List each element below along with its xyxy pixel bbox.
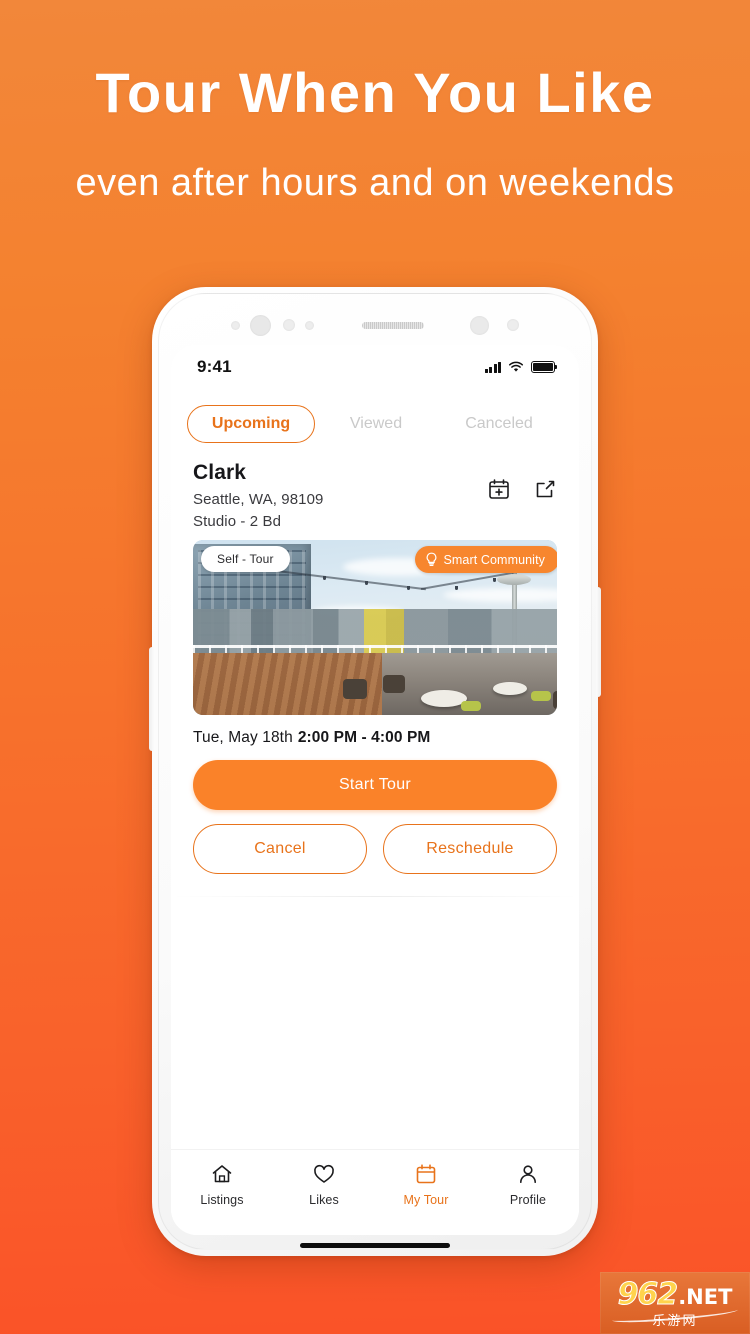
phone-sensor-row xyxy=(152,314,598,336)
string-light-bulb xyxy=(323,576,326,580)
string-light-bulb xyxy=(455,586,458,590)
tab-canceled[interactable]: Canceled xyxy=(439,406,559,442)
tour-status-tabs: Upcoming Viewed Canceled xyxy=(171,389,579,457)
string-light-bulb xyxy=(493,578,496,582)
watermark-number: 962 xyxy=(617,1277,679,1313)
promo-headline: Tour When You Like xyxy=(95,61,655,124)
promo-subheadline: even after hours and on weekends xyxy=(75,162,675,204)
string-light-bulb xyxy=(407,586,410,590)
patio-table-shape xyxy=(493,682,527,695)
badge-smart-community-label: Smart Community xyxy=(443,552,545,567)
patio-chair-shape xyxy=(343,679,367,699)
earpiece-speaker xyxy=(362,321,424,329)
sensor-dot-icon xyxy=(231,320,240,330)
appointment-datetime: Tue, May 18th 2:00 PM - 4:00 PM xyxy=(171,715,579,747)
listing-actions xyxy=(487,461,557,501)
phone-power-button[interactable] xyxy=(596,587,601,697)
promo-screenshot: Tour When You Like even after hours and … xyxy=(0,0,750,1334)
calendar-icon xyxy=(416,1164,436,1184)
listing-header: Clark Seattle, WA, 98109 Studio - 2 Bd xyxy=(171,457,579,530)
share-icon[interactable] xyxy=(533,477,557,501)
phone-volume-button[interactable] xyxy=(149,647,154,751)
appointment-time-range: 2:00 PM - 4:00 PM xyxy=(297,729,431,746)
status-icon-group xyxy=(484,361,558,373)
secondary-action-row: Cancel Reschedule xyxy=(171,810,579,874)
nav-label-profile: Profile xyxy=(509,1193,547,1207)
phone-mockup: 9:41 Upcoming Viewed Canceled Clark Seat… xyxy=(149,287,601,1256)
wifi-icon xyxy=(508,361,524,372)
tab-upcoming[interactable]: Upcoming xyxy=(187,405,315,443)
sensor-dot-icon xyxy=(305,320,314,330)
sensor-dot-icon xyxy=(470,315,489,335)
patio-chair-shape xyxy=(553,691,557,709)
nav-label-listings: Listings xyxy=(200,1193,244,1207)
section-divider xyxy=(171,896,579,897)
space-needle-disc-shape xyxy=(497,574,531,585)
bottom-navigation: Listings Likes My Tour Profile xyxy=(171,1149,579,1235)
lightbulb-icon xyxy=(427,552,437,566)
reschedule-button[interactable]: Reschedule xyxy=(383,824,557,874)
person-icon xyxy=(520,1165,536,1183)
add-to-calendar-icon[interactable] xyxy=(487,477,511,501)
watermark-tld: .NET xyxy=(678,1285,733,1309)
appointment-date: Tue, May 18th xyxy=(193,729,293,746)
listing-info: Clark Seattle, WA, 98109 Studio - 2 Bd xyxy=(193,461,324,530)
patio-chair-shape xyxy=(461,701,481,711)
listing-title: Clark xyxy=(193,461,247,484)
battery-full-icon xyxy=(531,361,558,373)
nav-item-my-tour[interactable]: My Tour xyxy=(386,1162,466,1207)
patio-chair-shape xyxy=(383,675,405,693)
tab-viewed[interactable]: Viewed xyxy=(321,406,431,442)
sensor-dot-icon xyxy=(283,319,295,331)
listing-photo[interactable]: Self - Tour Smart Community xyxy=(193,540,557,715)
patio-chair-shape xyxy=(531,691,551,701)
site-watermark: 962 .NET 乐游网 xyxy=(600,1272,750,1334)
nav-label-likes: Likes xyxy=(309,1193,339,1207)
listing-address: Seattle, WA, 98109 xyxy=(193,491,324,508)
badge-self-tour: Self - Tour xyxy=(201,546,290,572)
string-light-bulb xyxy=(365,581,368,585)
status-bar: 9:41 xyxy=(171,345,579,389)
home-icon xyxy=(212,1165,232,1183)
nav-item-likes[interactable]: Likes xyxy=(284,1162,364,1207)
heart-icon xyxy=(314,1164,334,1183)
phone-screen: 9:41 Upcoming Viewed Canceled Clark Seat… xyxy=(171,345,579,1235)
start-tour-button[interactable]: Start Tour xyxy=(193,760,557,810)
front-camera-icon xyxy=(250,314,271,336)
sensor-dot-icon xyxy=(507,319,519,331)
home-indicator[interactable] xyxy=(300,1243,450,1248)
badge-smart-community: Smart Community xyxy=(415,546,557,573)
primary-action-row: Start Tour xyxy=(171,747,579,810)
status-time: 9:41 xyxy=(197,357,232,376)
cancel-button[interactable]: Cancel xyxy=(193,824,367,874)
cellular-signal-icon xyxy=(484,361,501,373)
nav-label-my-tour: My Tour xyxy=(403,1193,449,1207)
listing-unit-types: Studio - 2 Bd xyxy=(193,513,282,530)
nav-item-profile[interactable]: Profile xyxy=(488,1162,568,1207)
nav-item-listings[interactable]: Listings xyxy=(182,1162,262,1207)
